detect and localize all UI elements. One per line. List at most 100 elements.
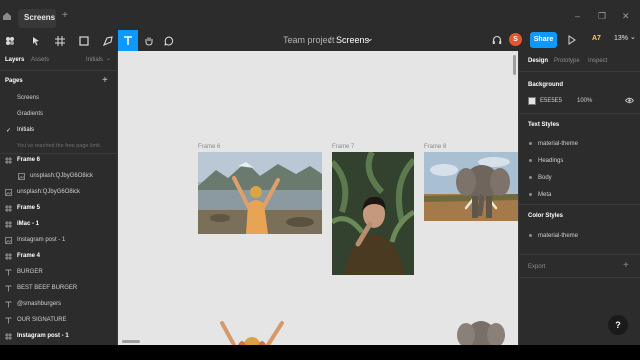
frame-icon [5,253,12,260]
frame-label-8[interactable]: Frame 8 [424,144,446,150]
zoom-chevron-icon[interactable]: ⌄ [630,33,636,41]
pen-tool-icon[interactable] [98,30,118,51]
avatar[interactable]: S [509,33,522,46]
text-style-label: Body [538,175,552,181]
layer-label: OUR SIGNATURE [17,317,67,323]
main-menu-icon[interactable] [0,30,20,51]
layer-row[interactable]: Frame 4 [0,249,117,265]
comment-tool-icon[interactable] [159,30,179,51]
frame-7-image[interactable] [332,152,414,275]
color-styles-heading: Color Styles [528,213,564,219]
check-icon: ✓ [6,128,12,134]
frame-6-image[interactable] [198,152,322,234]
layer-label: Instagram post - 1 [17,237,66,243]
layer-label: @smashburgers [17,301,62,307]
hand-tool-icon[interactable] [139,30,159,51]
page-selector[interactable]: Initials [86,57,103,63]
tab-layers[interactable]: Layers [5,57,24,63]
canvas-image-partial[interactable] [454,313,508,345]
color-style-label: material-theme [538,233,579,239]
layer-label: Frame 5 [17,205,41,211]
page-item-initials[interactable]: Initials [17,127,34,133]
style-dot [529,141,532,145]
background-swatch[interactable] [528,97,536,105]
maximize-icon[interactable]: ❐ [598,11,606,21]
file-name[interactable]: Screens [336,34,369,46]
text-icon [5,317,12,324]
page-item-gradients[interactable]: Gradients [17,111,43,117]
play-icon[interactable] [568,35,576,45]
add-page-button[interactable]: + [102,75,108,86]
layer-row[interactable]: BEST BEEF BURGER [0,281,117,297]
tab-assets[interactable]: Assets [31,57,49,63]
canvas-image-partial[interactable] [212,317,290,345]
image-icon [18,173,25,180]
eye-icon[interactable] [625,97,634,104]
export-heading: Export [528,264,546,270]
horizontal-scrollbar[interactable] [122,340,140,343]
shape-tool-icon[interactable] [74,30,94,51]
layer-row[interactable]: Instagram post - 1 [0,233,117,249]
page-limit-note[interactable]: You've reached the free page limit. Upgr… [17,143,112,150]
move-tool-icon[interactable] [26,30,46,51]
layer-row[interactable]: OUR SIGNATURE [0,313,117,329]
background-opacity-input[interactable]: 100% [577,98,592,104]
layer-row[interactable]: Frame 6 [0,153,117,169]
page-item-screens[interactable]: Screens [17,95,39,101]
text-styles-heading: Text Styles [528,122,560,128]
minimize-icon[interactable]: – [575,11,580,21]
divider [519,277,640,278]
text-style-label: Meta [538,192,552,198]
breadcrumb-separator: / [329,35,332,45]
background-hex-input[interactable]: E5E5E5 [540,98,562,104]
chevron-down-icon[interactable]: ⌄ [366,32,374,44]
text-style-label: material-theme [538,141,579,147]
layers-panel: Layers Assets Initials ⌄ Pages + Screens… [0,51,118,345]
layer-label: unsplash:QJbyG6O8ick [17,189,81,195]
frame-tool-icon[interactable] [50,30,70,51]
design-panel: Design Prototype Inspect Background E5E5… [518,51,640,345]
help-button[interactable]: ? [608,315,628,335]
layer-row[interactable]: BURGER [0,265,117,281]
text-icon [5,269,12,276]
headphones-icon[interactable] [492,35,502,45]
layer-label: unsplash:QJbyG6O8ick [30,173,94,179]
layer-row[interactable]: unsplash:QJbyG6O8ick [0,185,117,201]
close-icon[interactable]: ✕ [622,11,630,21]
style-dot [529,175,532,179]
new-tab-button[interactable]: + [62,11,68,21]
layer-row[interactable]: Instagram post - 1 [0,329,117,345]
home-icon[interactable] [2,11,12,21]
text-style-item[interactable]: material-theme [529,141,578,147]
zoom-level[interactable]: 13% [614,35,628,42]
text-icon [5,301,12,308]
share-button[interactable]: Share [530,32,557,48]
tab-design[interactable]: Design [528,58,548,64]
accessibility-badge[interactable]: A7 [592,35,601,42]
project-name[interactable]: Team project [283,34,335,46]
divider [519,113,640,114]
tab-inspect[interactable]: Inspect [588,58,607,64]
layer-row[interactable]: @smashburgers [0,297,117,313]
layer-row[interactable]: iMac - 1 [0,217,117,233]
frame-8-image[interactable] [424,152,518,221]
layer-label: Instagram post - 1 [17,333,69,339]
frame-icon [5,333,12,340]
add-export-button[interactable]: + [623,260,629,271]
frame-label-6[interactable]: Frame 6 [198,144,220,150]
layer-row[interactable]: unsplash:QJbyG6O8ick [0,169,117,185]
text-style-item[interactable]: Body [529,175,552,181]
canvas[interactable]: Frame 6 Frame 7 Frame 8 [118,51,518,345]
tab-prototype[interactable]: Prototype [554,58,580,64]
text-style-item[interactable]: Headings [529,158,563,164]
text-tool-icon[interactable] [118,30,138,51]
page-selector-chevron-icon[interactable]: ⌄ [106,55,111,62]
file-tab[interactable]: Screens [18,9,56,28]
text-style-item[interactable]: Meta [529,192,551,198]
style-dot [529,233,532,237]
layer-row[interactable]: Frame 5 [0,201,117,217]
toolbar: Team project / Screens ⌄ S Share A7 13% … [0,30,640,51]
vertical-scrollbar[interactable] [513,55,516,75]
color-style-item[interactable]: material-theme [529,233,578,239]
frame-label-7[interactable]: Frame 7 [332,144,354,150]
